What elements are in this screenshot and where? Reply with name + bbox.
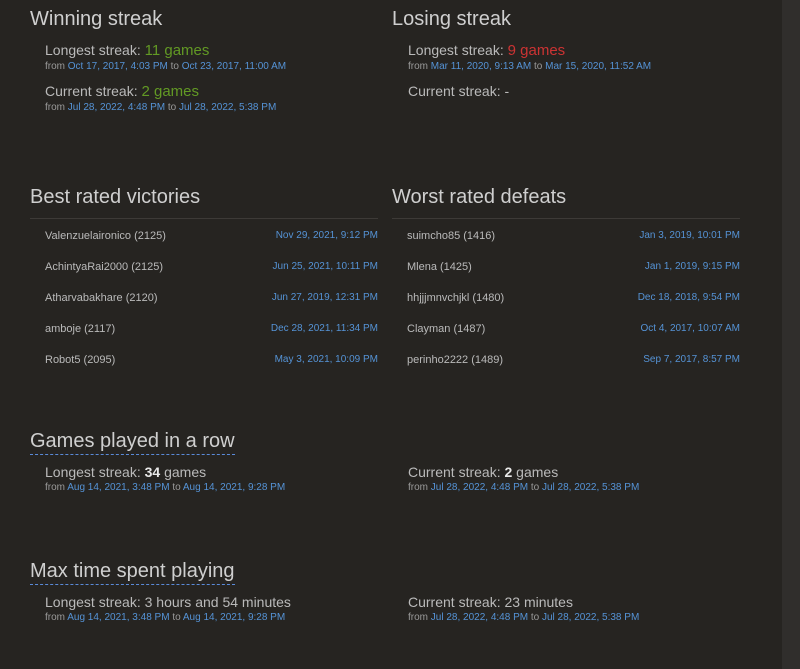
best-victories-title: Best rated victories bbox=[30, 186, 201, 208]
in-row-current-label: Current streak: bbox=[408, 464, 501, 480]
losing-streak-section: Losing streak bbox=[392, 7, 511, 31]
list-item[interactable]: suimcho85 (1416) Jan 3, 2019, 10:01 PM bbox=[407, 220, 740, 251]
winning-longest-block: Longest streak: 11 games from Oct 17, 20… bbox=[45, 41, 286, 74]
winning-current-label: Current streak: bbox=[45, 83, 138, 99]
opponent-link[interactable]: Clayman (1487) bbox=[407, 323, 485, 335]
in-row-longest-value: 34 bbox=[144, 464, 161, 480]
max-time-longest-range: from Aug 14, 2021, 3:48 PM to Aug 14, 20… bbox=[45, 612, 286, 623]
opponent-link[interactable]: hhjjjmnvchjkl (1480) bbox=[407, 292, 504, 304]
date-link[interactable]: Oct 17, 2017, 4:03 PM bbox=[68, 61, 168, 72]
in-row-current-value: 2 bbox=[504, 464, 513, 480]
game-date-link[interactable]: Jun 25, 2021, 10:11 PM bbox=[273, 261, 378, 272]
in-row-longest-block: Longest streak: 34 games from Aug 14, 20… bbox=[45, 464, 286, 493]
losing-longest-count: 9 games bbox=[507, 42, 566, 59]
opponent-link[interactable]: Robot5 (2095) bbox=[45, 354, 115, 366]
max-time-longest-text: Longest streak: 3 hours and 54 minutes bbox=[45, 594, 291, 610]
max-time-title[interactable]: Max time spent playing bbox=[30, 559, 235, 585]
list-item[interactable]: Robot5 (2095) May 3, 2021, 10:09 PM bbox=[45, 344, 378, 375]
list-item[interactable]: perinho2222 (1489) Sep 7, 2017, 8:57 PM bbox=[407, 344, 740, 375]
date-link[interactable]: Jul 28, 2022, 5:38 PM bbox=[542, 612, 639, 623]
in-row-current-range: from Jul 28, 2022, 4:48 PM to Jul 28, 20… bbox=[408, 482, 640, 493]
game-date-link[interactable]: Jan 3, 2019, 10:01 PM bbox=[639, 230, 740, 241]
date-link[interactable]: Jul 28, 2022, 4:48 PM bbox=[431, 482, 528, 493]
game-date-link[interactable]: Jan 1, 2019, 9:15 PM bbox=[645, 261, 740, 272]
game-date-link[interactable]: Oct 4, 2017, 10:07 AM bbox=[640, 323, 740, 334]
in-row-current-block: Current streak: 2 games from Jul 28, 202… bbox=[408, 464, 640, 493]
game-date-link[interactable]: Sep 7, 2017, 8:57 PM bbox=[643, 354, 740, 365]
losing-longest-label: Longest streak: bbox=[408, 42, 504, 58]
date-link[interactable]: Jul 28, 2022, 5:38 PM bbox=[542, 482, 639, 493]
game-date-link[interactable]: Nov 29, 2021, 9:12 PM bbox=[276, 230, 378, 241]
losing-streak-title: Losing streak bbox=[392, 8, 511, 30]
winning-current-range: from Jul 28, 2022, 4:48 PM to Jul 28, 20… bbox=[45, 102, 277, 113]
winning-longest-count: 11 games bbox=[144, 42, 210, 59]
max-time-section: Max time spent playing bbox=[30, 559, 235, 585]
date-link[interactable]: Aug 14, 2021, 3:48 PM bbox=[67, 612, 169, 623]
winning-streak-section: Winning streak bbox=[30, 7, 162, 31]
opponent-link[interactable]: perinho2222 (1489) bbox=[407, 354, 503, 366]
list-item[interactable]: AchintyaRai2000 (2125) Jun 25, 2021, 10:1… bbox=[45, 251, 378, 282]
winning-streak-title: Winning streak bbox=[30, 8, 163, 30]
max-time-current-text: Current streak: 23 minutes bbox=[408, 594, 573, 610]
divider bbox=[392, 218, 740, 219]
date-link[interactable]: Aug 14, 2021, 9:28 PM bbox=[183, 482, 285, 493]
max-time-current-block: Current streak: 23 minutes from Jul 28, … bbox=[408, 593, 639, 625]
date-link[interactable]: Jul 28, 2022, 4:48 PM bbox=[68, 102, 165, 113]
date-link[interactable]: Aug 14, 2021, 3:48 PM bbox=[67, 482, 169, 493]
date-link[interactable]: Mar 11, 2020, 9:13 AM bbox=[431, 61, 531, 72]
worst-defeats-section: Worst rated defeats bbox=[392, 185, 566, 209]
right-scroll-strip bbox=[782, 0, 800, 669]
opponent-link[interactable]: AchintyaRai2000 (2125) bbox=[45, 261, 163, 273]
opponent-link[interactable]: Valenzuelaironico (2125) bbox=[45, 230, 166, 242]
date-link[interactable]: Oct 23, 2017, 11:00 AM bbox=[182, 61, 286, 72]
losing-longest-range: from Mar 11, 2020, 9:13 AM to Mar 15, 20… bbox=[408, 61, 652, 72]
opponent-link[interactable]: suimcho85 (1416) bbox=[407, 230, 495, 242]
date-link[interactable]: Aug 14, 2021, 9:28 PM bbox=[183, 612, 285, 623]
worst-defeats-title: Worst rated defeats bbox=[392, 186, 567, 208]
opponent-link[interactable]: amboje (2117) bbox=[45, 323, 115, 335]
winning-longest-label: Longest streak: bbox=[45, 42, 141, 58]
game-date-link[interactable]: Dec 18, 2018, 9:54 PM bbox=[638, 292, 740, 303]
game-date-link[interactable]: May 3, 2021, 10:09 PM bbox=[275, 354, 378, 365]
game-date-link[interactable]: Dec 28, 2021, 11:34 PM bbox=[271, 323, 378, 334]
opponent-link[interactable]: Atharvabakhare (2120) bbox=[45, 292, 158, 304]
opponent-link[interactable]: Mlena (1425) bbox=[407, 261, 472, 273]
date-link[interactable]: Jul 28, 2022, 4:48 PM bbox=[431, 612, 528, 623]
losing-current-text: Current streak: - bbox=[408, 83, 510, 99]
winning-current-block: Current streak: 2 games from Jul 28, 202… bbox=[45, 82, 276, 115]
winning-longest-range: from Oct 17, 2017, 4:03 PM to Oct 23, 20… bbox=[45, 61, 287, 72]
winning-current-count: 2 games bbox=[141, 83, 200, 100]
in-row-longest-range: from Aug 14, 2021, 3:48 PM to Aug 14, 20… bbox=[45, 482, 286, 493]
games-in-row-title[interactable]: Games played in a row bbox=[30, 429, 235, 455]
in-row-longest-label: Longest streak: bbox=[45, 464, 141, 480]
max-time-longest-block: Longest streak: 3 hours and 54 minutes f… bbox=[45, 593, 291, 625]
best-victories-section: Best rated victories bbox=[30, 185, 200, 209]
max-time-current-range: from Jul 28, 2022, 4:48 PM to Jul 28, 20… bbox=[408, 612, 640, 623]
losing-current-block: Current streak: - bbox=[408, 82, 509, 100]
list-item[interactable]: Clayman (1487) Oct 4, 2017, 10:07 AM bbox=[407, 313, 740, 344]
divider bbox=[30, 218, 378, 219]
list-item[interactable]: Atharvabakhare (2120) Jun 27, 2019, 12:31… bbox=[45, 282, 378, 313]
list-item[interactable]: Mlena (1425) Jan 1, 2019, 9:15 PM bbox=[407, 251, 740, 282]
losing-longest-block: Longest streak: 9 games from Mar 11, 202… bbox=[408, 41, 651, 74]
game-date-link[interactable]: Jun 27, 2019, 12:31 PM bbox=[272, 292, 378, 303]
date-link[interactable]: Jul 28, 2022, 5:38 PM bbox=[179, 102, 276, 113]
list-item[interactable]: amboje (2117) Dec 28, 2021, 11:34 PM bbox=[45, 313, 378, 344]
list-item[interactable]: Valenzuelaironico (2125) Nov 29, 2021, 9:… bbox=[45, 220, 378, 251]
date-link[interactable]: Mar 15, 2020, 11:52 AM bbox=[545, 61, 651, 72]
games-in-row-section: Games played in a row bbox=[30, 429, 235, 455]
list-item[interactable]: hhjjjmnvchjkl (1480) Dec 18, 2018, 9:54 P… bbox=[407, 282, 740, 313]
